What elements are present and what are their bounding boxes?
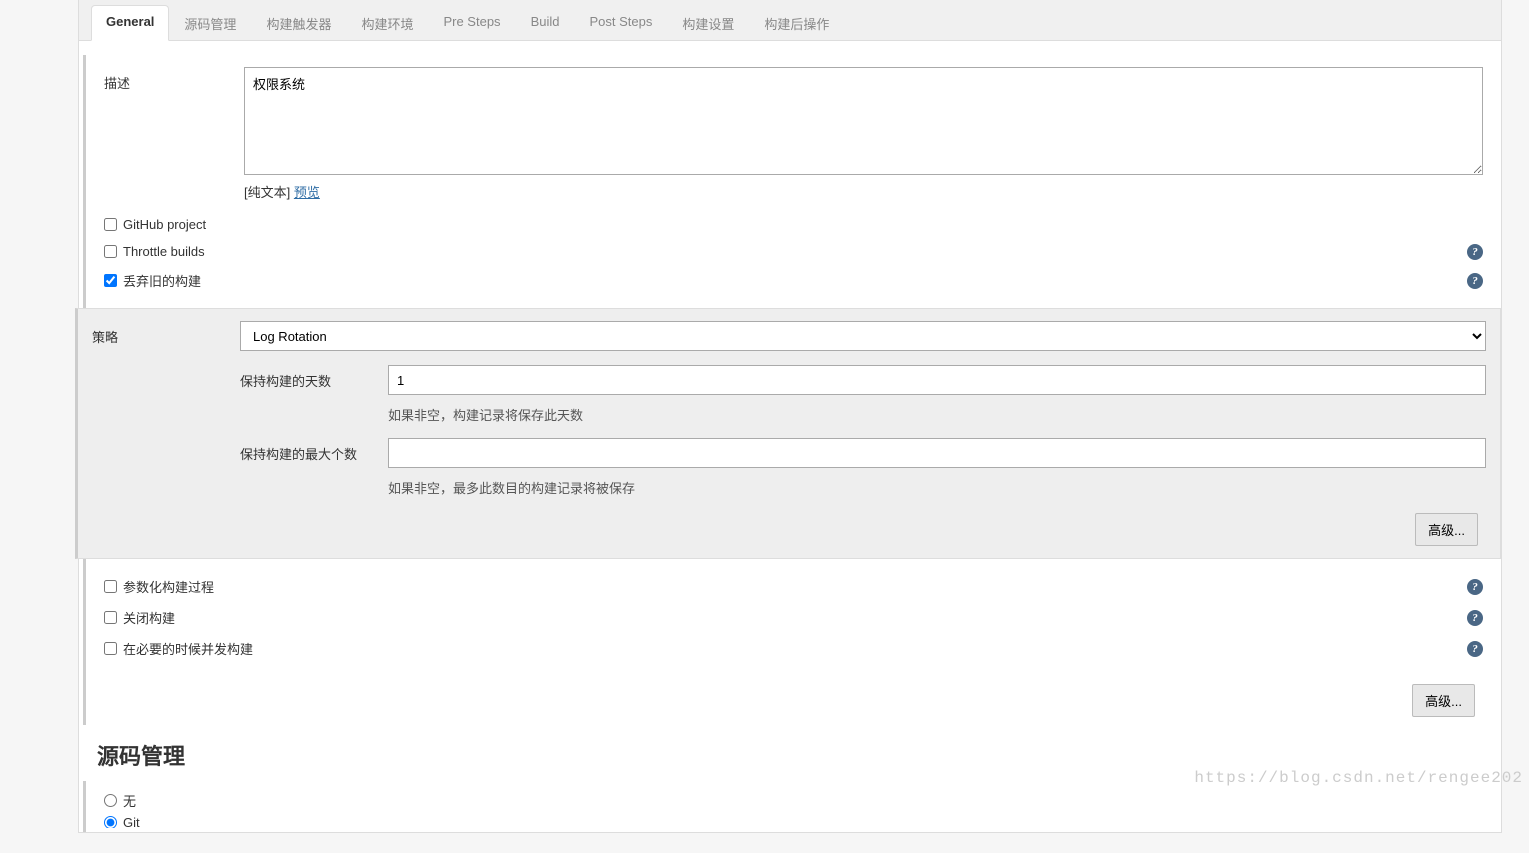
scm-git-label: Git	[123, 816, 140, 828]
tab-general[interactable]: General	[91, 5, 169, 41]
scm-none-label: 无	[123, 791, 136, 810]
disable-build-label: 关闭构建	[123, 608, 175, 627]
discard-old-builds-checkbox[interactable]	[104, 274, 117, 287]
description-textarea[interactable]	[244, 67, 1483, 175]
github-project-label: GitHub project	[123, 217, 206, 232]
discard-old-builds-label: 丢弃旧的构建	[123, 271, 201, 290]
config-tabs: General 源码管理 构建触发器 构建环境 Pre Steps Build …	[79, 0, 1501, 41]
scm-none-radio[interactable]	[104, 794, 117, 807]
max-to-keep-hint: 如果非空，最多此数目的构建记录将被保存	[388, 478, 1486, 497]
plain-text-label: [纯文本]	[244, 185, 290, 200]
github-project-checkbox[interactable]	[104, 218, 117, 231]
description-label: 描述	[104, 67, 244, 92]
help-icon[interactable]	[1467, 641, 1483, 657]
help-icon[interactable]	[1467, 610, 1483, 626]
concurrent-label: 在必要的时候并发构建	[123, 639, 253, 658]
scm-section-title: 源码管理	[79, 725, 1501, 781]
help-icon[interactable]	[1467, 579, 1483, 595]
tab-scm[interactable]: 源码管理	[169, 5, 251, 41]
days-to-keep-hint: 如果非空，构建记录将保存此天数	[388, 405, 1486, 424]
scm-git-radio[interactable]	[104, 816, 117, 828]
days-to-keep-label: 保持构建的天数	[240, 365, 388, 390]
parameterized-checkbox[interactable]	[104, 580, 117, 593]
days-to-keep-input[interactable]	[388, 365, 1486, 395]
max-to-keep-input[interactable]	[388, 438, 1486, 468]
tab-build[interactable]: Build	[516, 5, 575, 41]
throttle-builds-label: Throttle builds	[123, 244, 205, 259]
throttle-builds-checkbox[interactable]	[104, 245, 117, 258]
max-to-keep-label: 保持构建的最大个数	[240, 438, 388, 463]
advanced-button[interactable]: 高级...	[1415, 513, 1478, 546]
help-icon[interactable]	[1467, 244, 1483, 260]
advanced-button-2[interactable]: 高级...	[1412, 684, 1475, 717]
preview-link[interactable]: 预览	[294, 185, 320, 200]
tab-triggers[interactable]: 构建触发器	[251, 5, 346, 41]
tab-post-steps[interactable]: Post Steps	[574, 5, 667, 41]
parameterized-label: 参数化构建过程	[123, 577, 214, 596]
help-icon[interactable]	[1467, 273, 1483, 289]
tab-environment[interactable]: 构建环境	[346, 5, 428, 41]
concurrent-checkbox[interactable]	[104, 642, 117, 655]
strategy-select[interactable]: Log Rotation	[240, 321, 1486, 351]
tab-build-settings[interactable]: 构建设置	[667, 5, 749, 41]
tab-pre-steps[interactable]: Pre Steps	[428, 5, 515, 41]
strategy-label: 策略	[92, 321, 240, 346]
disable-build-checkbox[interactable]	[104, 611, 117, 624]
tab-post-build[interactable]: 构建后操作	[749, 5, 844, 41]
